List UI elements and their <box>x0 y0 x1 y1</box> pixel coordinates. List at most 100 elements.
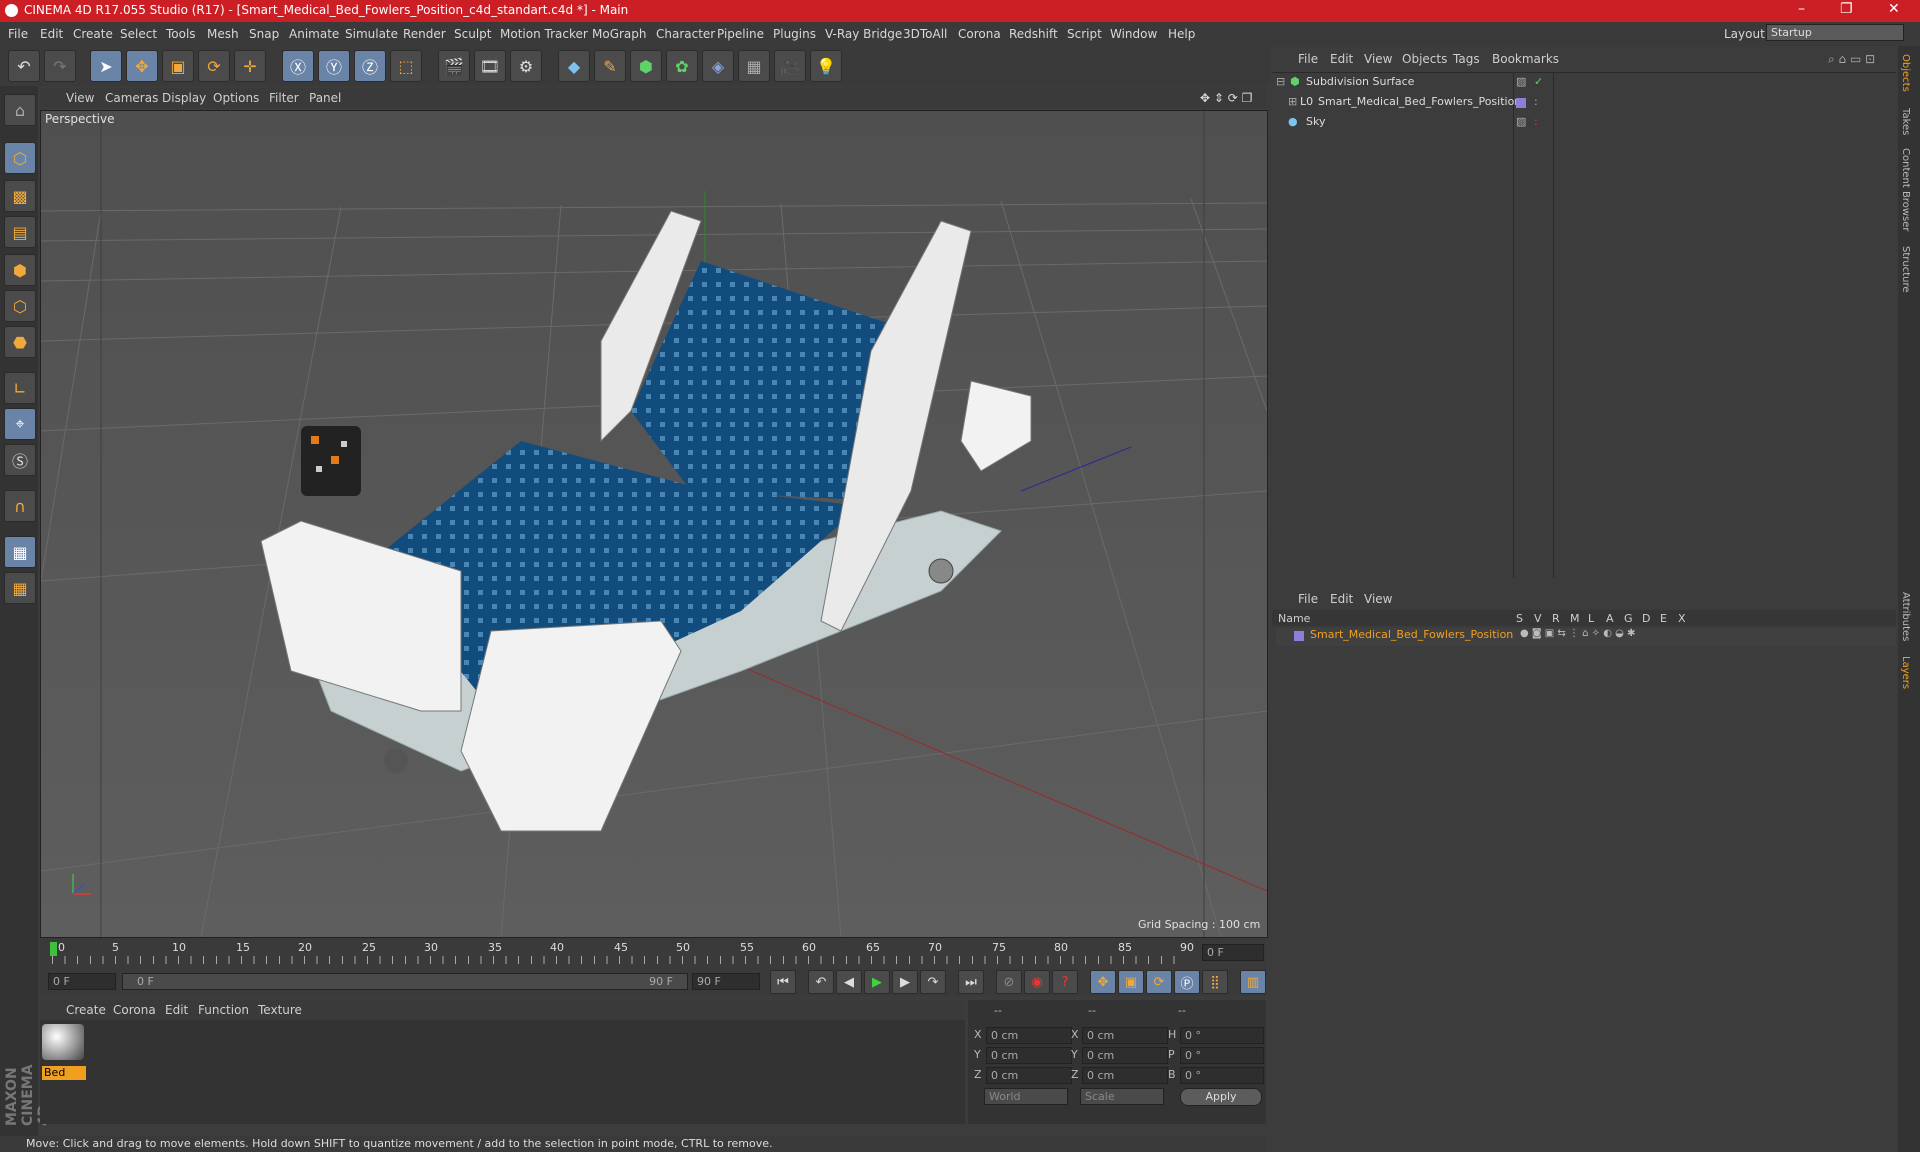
menu-script[interactable]: Script <box>1067 27 1102 41</box>
key-position-icon[interactable]: ✥ <box>1090 970 1116 994</box>
visibility-icon[interactable]: ▨ <box>1516 75 1526 88</box>
material-menu-edit[interactable]: Edit <box>165 1003 188 1017</box>
render-view-icon[interactable]: 🎬 <box>438 50 470 82</box>
polygons-mode-icon[interactable]: ⬣ <box>4 326 36 358</box>
tab-takes[interactable]: Takes <box>1900 108 1911 135</box>
texture-mode-icon[interactable]: ▩ <box>4 180 36 212</box>
camera-icon[interactable]: 🎥 <box>774 50 806 82</box>
menu-redshift[interactable]: Redshift <box>1009 27 1058 41</box>
menu-sculpt[interactable]: Sculpt <box>454 27 491 41</box>
viewport-menu-display[interactable]: Display <box>162 91 206 105</box>
current-frame-field[interactable]: 0 F <box>1202 944 1264 961</box>
minimize-button[interactable]: – <box>1798 1 1805 17</box>
maximize-button[interactable]: ❐ <box>1840 1 1853 17</box>
layer-col-a[interactable]: A <box>1606 612 1614 625</box>
layer-col-r[interactable]: R <box>1552 612 1560 625</box>
menu-window[interactable]: Window <box>1110 27 1157 41</box>
go-to-end-icon[interactable]: ⏭ <box>958 970 984 994</box>
menu-select[interactable]: Select <box>120 27 157 41</box>
edges-mode-icon[interactable]: ⬡ <box>4 290 36 322</box>
deformer-icon[interactable]: ◈ <box>702 50 734 82</box>
tab-content-browser[interactable]: Content Browser <box>1900 148 1911 231</box>
viewport-menu-view[interactable]: View <box>66 91 94 105</box>
viewport-perspective[interactable] <box>40 110 1268 938</box>
menu-snap[interactable]: Snap <box>249 27 279 41</box>
menu-create[interactable]: Create <box>73 27 113 41</box>
light-icon[interactable]: 💡 <box>810 50 842 82</box>
visibility-dots-icon[interactable]: : <box>1534 115 1538 128</box>
menu-mesh[interactable]: Mesh <box>207 27 239 41</box>
layer-col-l[interactable]: L <box>1588 612 1594 625</box>
go-to-start-icon[interactable]: ⏮ <box>770 970 796 994</box>
size-y-field[interactable]: 0 cm <box>1082 1047 1168 1064</box>
magnet-icon[interactable]: ∩ <box>4 490 36 522</box>
tab-layers[interactable]: Layers <box>1900 656 1911 689</box>
cloner-icon[interactable]: ✿ <box>666 50 698 82</box>
menu-3dtoall[interactable]: 3DToAll <box>903 27 947 41</box>
axis-mode-icon[interactable]: ∟ <box>4 372 36 404</box>
tab-structure[interactable]: Structure <box>1900 246 1911 293</box>
position-z-field[interactable]: 0 cm <box>986 1067 1072 1084</box>
object-menu-bookmarks[interactable]: Bookmarks <box>1492 52 1559 66</box>
size-x-field[interactable]: 0 cm <box>1082 1027 1168 1044</box>
floor-icon[interactable]: ▦ <box>738 50 770 82</box>
layer-menu-edit[interactable]: Edit <box>1330 592 1353 606</box>
move-tool-icon[interactable]: ✥ <box>126 50 158 82</box>
material-menu-function[interactable]: Function <box>198 1003 249 1017</box>
layout-select[interactable]: Startup <box>1766 24 1904 41</box>
points-mode-icon[interactable]: ⬢ <box>4 254 36 286</box>
next-key-icon[interactable]: ↷ <box>920 970 946 994</box>
viewport-menu-filter[interactable]: Filter <box>269 91 299 105</box>
layer-toggle-icons[interactable]: ● ◙ ▣ ⇆ ⋮ ⌂ ✧ ◐ ◒ ✱ <box>1520 628 1635 639</box>
keyframe-selection-icon[interactable]: ? <box>1052 970 1078 994</box>
model-mode-icon[interactable]: ⬡ <box>4 142 36 174</box>
material-menu-create[interactable]: Create <box>66 1003 106 1017</box>
layer-row[interactable]: Smart_Medical_Bed_Fowlers_Position ● ◙ ▣… <box>1276 628 1896 646</box>
scale-tool-icon[interactable]: ▣ <box>162 50 194 82</box>
layer-color-swatch[interactable] <box>1294 631 1304 641</box>
next-frame-icon[interactable]: ▶ <box>892 970 918 994</box>
menu-character[interactable]: Character <box>656 27 715 41</box>
viewport-nav-icons[interactable]: ✥ ⇕ ⟳ ❐ <box>1200 91 1252 105</box>
object-search-icon[interactable]: ⌕ ⌂ ▭ ⊡ <box>1828 52 1875 67</box>
frame-range-slider[interactable]: 0 F 90 F <box>122 973 688 990</box>
key-scale-icon[interactable]: ▣ <box>1118 970 1144 994</box>
x-axis-icon[interactable]: Ⓧ <box>282 50 314 82</box>
key-pla-icon[interactable]: ⣿ <box>1202 970 1228 994</box>
planar-workplane-icon[interactable]: ▦ <box>4 572 36 604</box>
menu-pipeline[interactable]: Pipeline <box>717 27 764 41</box>
rotation-b-field[interactable]: 0 ° <box>1180 1067 1264 1084</box>
layer-col-x[interactable]: X <box>1678 612 1686 625</box>
rotate-tool-icon[interactable]: ⟳ <box>198 50 230 82</box>
start-frame-field[interactable]: 0 F <box>48 973 116 990</box>
visibility-dots-icon[interactable]: : <box>1534 95 1538 108</box>
select-tool-icon[interactable]: ➤ <box>90 50 122 82</box>
layer-col-d[interactable]: D <box>1642 612 1650 625</box>
menu-corona[interactable]: Corona <box>958 27 1001 41</box>
menu-help[interactable]: Help <box>1168 27 1195 41</box>
viewport-menu-cameras[interactable]: Cameras <box>105 91 158 105</box>
object-menu-file[interactable]: File <box>1298 52 1318 66</box>
layer-col-v[interactable]: V <box>1534 612 1542 625</box>
record-keys-icon[interactable]: ⊘ <box>996 970 1022 994</box>
z-axis-icon[interactable]: Ⓩ <box>354 50 386 82</box>
timeline-window-icon[interactable]: ▥ <box>1240 970 1266 994</box>
viewport-menu-panel[interactable]: Panel <box>309 91 341 105</box>
y-axis-icon[interactable]: Ⓨ <box>318 50 350 82</box>
undo-icon[interactable]: ↶ <box>8 50 40 82</box>
workplane-mode-icon[interactable]: ▤ <box>4 216 36 248</box>
tab-attributes[interactable]: Attributes <box>1900 592 1911 641</box>
tweak-mode-icon[interactable]: ⌖ <box>4 408 36 440</box>
redo-icon[interactable]: ↷ <box>44 50 76 82</box>
layer-col-m[interactable]: M <box>1570 612 1580 625</box>
size-z-field[interactable]: 0 cm <box>1082 1067 1168 1084</box>
previous-key-icon[interactable]: ↶ <box>808 970 834 994</box>
playhead-marker[interactable] <box>50 942 57 956</box>
menu-plugins[interactable]: Plugins <box>773 27 816 41</box>
pen-spline-icon[interactable]: ✎ <box>594 50 626 82</box>
menu-edit[interactable]: Edit <box>40 27 63 41</box>
material-thumbnail[interactable] <box>42 1024 84 1060</box>
snap-icon[interactable]: Ⓢ <box>4 444 36 476</box>
position-x-field[interactable]: 0 cm <box>986 1027 1072 1044</box>
key-parameter-icon[interactable]: Ⓟ <box>1174 970 1200 994</box>
